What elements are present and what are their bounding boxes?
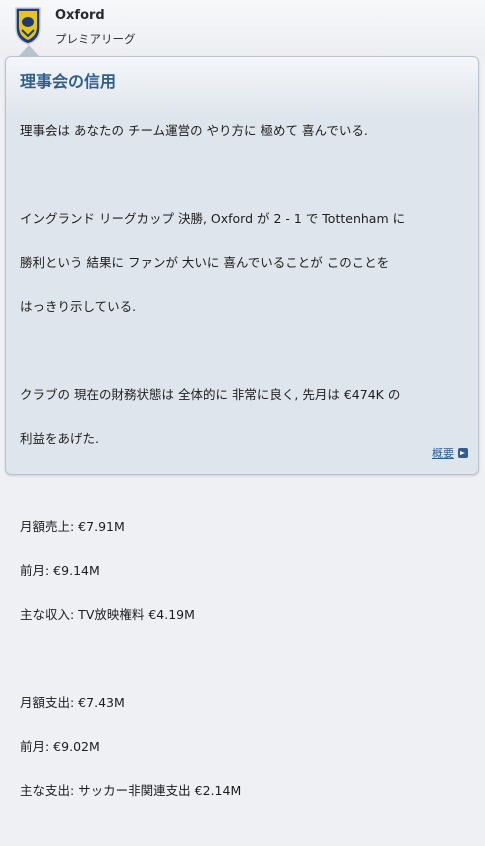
cup-result-paragraph: イングランド リーグカップ 決勝, Oxford が 2 - 1 で Totte… bbox=[20, 186, 460, 340]
income-paragraph: 月額売上: €7.91M 前月: €9.14M 主な収入: TV放映権料 €4.… bbox=[20, 494, 460, 648]
board-confidence-panel: 理事会の信用 理事会は あなたの チーム運営の やり方に 極めて 喜んでいる. … bbox=[5, 56, 479, 798]
text-line: 勝利という 結果に ファンが 大いに 喜んでいることが このことを bbox=[20, 255, 390, 270]
league-name[interactable]: プレミアリーグ bbox=[55, 31, 136, 47]
monthly-expense: 月額支出: €7.43M bbox=[20, 695, 125, 710]
panel-body: 理事会は あなたの チーム運営の やり方に 極めて 喜んでいる. イングランド … bbox=[20, 98, 460, 846]
club-header: Oxford プレミアリーグ bbox=[0, 0, 485, 56]
expense-paragraph: 月額支出: €7.43M 前月: €9.02M 主な支出: サッカー非関連支出 … bbox=[20, 670, 460, 824]
main-expense: 主な支出: サッカー非関連支出 €2.14M bbox=[20, 783, 242, 798]
previous-month-income: 前月: €9.14M bbox=[20, 563, 100, 578]
main-income: 主な収入: TV放映権料 €4.19M bbox=[20, 607, 195, 622]
panel-title: 理事会の信用 bbox=[20, 72, 117, 91]
previous-month-expense: 前月: €9.02M bbox=[20, 739, 100, 754]
club-crest-icon[interactable] bbox=[14, 6, 42, 46]
panel-pointer bbox=[19, 45, 39, 56]
text-line: 理事会は あなたの チーム運営の やり方に 極めて 喜んでいる. bbox=[20, 123, 368, 138]
text-line: はっきり示している. bbox=[20, 299, 137, 314]
text-line: イングランド リーグカップ 決勝, Oxford が 2 - 1 で Totte… bbox=[20, 211, 406, 226]
text-line: クラブの 現在の財務状態は 全体的に 非常に良く, 先月は €474K の bbox=[20, 387, 401, 402]
club-name[interactable]: Oxford bbox=[55, 8, 105, 23]
overview-link-label[interactable]: 概要 bbox=[432, 445, 454, 461]
text-line: 利益をあげた. bbox=[20, 431, 99, 446]
finance-paragraph: クラブの 現在の財務状態は 全体的に 非常に良く, 先月は €474K の 利益… bbox=[20, 362, 460, 472]
board-opinion-paragraph: 理事会は あなたの チーム運営の やり方に 極めて 喜んでいる. bbox=[20, 98, 460, 164]
monthly-income: 月額売上: €7.91M bbox=[20, 519, 125, 534]
arrow-right-icon[interactable] bbox=[458, 448, 468, 458]
overview-link[interactable]: 概要 bbox=[432, 445, 468, 461]
